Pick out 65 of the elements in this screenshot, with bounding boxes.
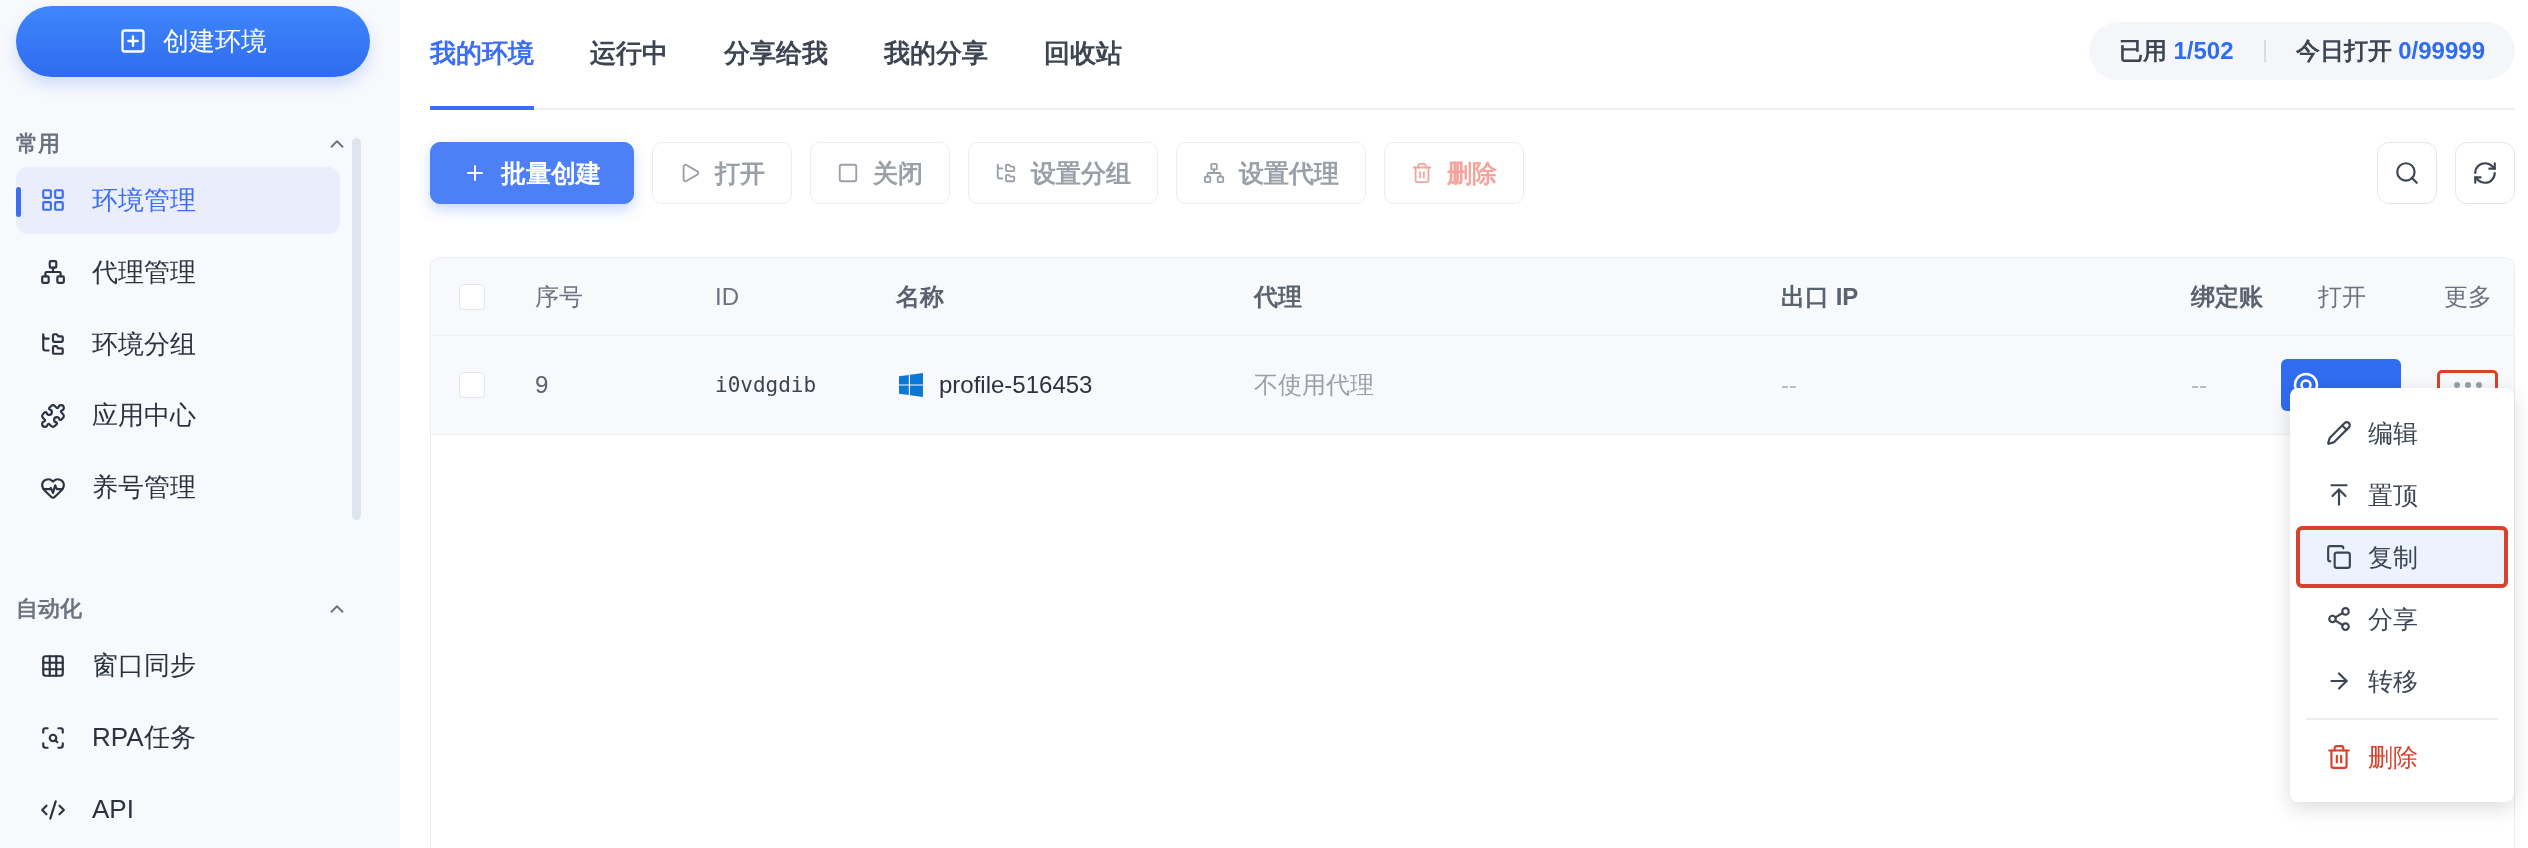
table-cell: profile-516453 xyxy=(939,371,1093,399)
sidebar-icon xyxy=(40,724,66,751)
plus-square-icon xyxy=(119,27,147,56)
sidebar-item[interactable]: API xyxy=(16,776,340,843)
menu-item[interactable]: 编辑 xyxy=(2296,402,2508,464)
tab[interactable]: 回收站 xyxy=(1044,0,1122,110)
column-header: ID xyxy=(715,282,739,310)
sidebar-icon xyxy=(40,259,66,286)
active-indicator xyxy=(16,186,21,217)
refresh-icon xyxy=(2472,160,2498,186)
section-title: 自动化 xyxy=(16,595,82,624)
table-cell: 不使用代理 xyxy=(1254,371,1374,398)
tab[interactable]: 分享给我 xyxy=(724,0,828,110)
menu-item[interactable]: 转移 xyxy=(2296,650,2508,712)
table-cell: 9 xyxy=(535,371,549,398)
menu-icon xyxy=(2326,420,2352,446)
scrollbar[interactable] xyxy=(352,138,361,520)
menu-icon xyxy=(2326,606,2352,632)
sidebar-item[interactable]: 环境管理 xyxy=(16,166,340,234)
tab[interactable]: 我的环境 xyxy=(430,0,534,110)
column-header: 打开 xyxy=(2318,282,2366,310)
sidebar-icon xyxy=(40,187,66,214)
table-cell: -- xyxy=(2191,371,2207,398)
sidebar-item[interactable]: 养号管理 xyxy=(16,454,340,522)
select-all-checkbox[interactable] xyxy=(459,283,485,310)
tab[interactable]: 我的分享 xyxy=(884,0,988,110)
column-header: 代理 xyxy=(1254,282,1302,310)
search-icon xyxy=(2394,160,2420,186)
column-header: 序号 xyxy=(535,282,583,310)
search-button[interactable] xyxy=(2377,142,2437,204)
column-header: 出口 IP xyxy=(1781,282,1859,310)
menu-item[interactable]: 置顶 xyxy=(2296,464,2508,526)
sidebar-item[interactable]: 应用中心 xyxy=(16,382,340,450)
section-title: 常用 xyxy=(16,129,60,158)
windows-icon xyxy=(899,373,923,397)
sidebar-icon xyxy=(40,402,66,429)
column-header: 名称 xyxy=(896,282,944,310)
sidebar-item[interactable]: 代理管理 xyxy=(16,238,340,306)
column-header: 绑定账 xyxy=(2191,282,2263,310)
sidebar-item[interactable]: 环境分组 xyxy=(16,310,340,378)
toolbar-button[interactable]: 批量创建 xyxy=(430,142,634,204)
button-icon xyxy=(1203,162,1225,184)
create-environment-button[interactable]: 创建环境 xyxy=(16,6,370,77)
button-icon xyxy=(995,162,1017,184)
sidebar-icon xyxy=(40,652,66,679)
sidebar-item[interactable]: RPA任务 xyxy=(16,704,340,772)
button-icon xyxy=(1411,162,1433,184)
usage-value: 1/502 xyxy=(2173,37,2234,65)
usage-label: 今日打开 xyxy=(2295,36,2393,66)
usage-label: 已用 xyxy=(2118,36,2168,66)
menu-item[interactable]: 复制 xyxy=(2296,526,2508,588)
menu-icon xyxy=(2326,544,2352,570)
table-cell: -- xyxy=(1781,371,1797,398)
sidebar-icon xyxy=(40,331,66,357)
menu-item[interactable]: 分享 xyxy=(2296,588,2508,650)
menu-icon xyxy=(2326,744,2352,770)
refresh-button[interactable] xyxy=(2455,142,2515,204)
menu-item[interactable]: 删除 xyxy=(2296,726,2508,788)
table-cell: i0vdgdib xyxy=(715,373,817,397)
column-header: 更多 xyxy=(2444,282,2492,310)
sidebar-item[interactable]: 窗口同步 xyxy=(16,632,340,700)
tab[interactable]: 运行中 xyxy=(590,0,668,110)
usage-value: 0/99999 xyxy=(2398,37,2485,65)
button-icon xyxy=(837,162,859,184)
row-checkbox[interactable] xyxy=(459,372,485,398)
